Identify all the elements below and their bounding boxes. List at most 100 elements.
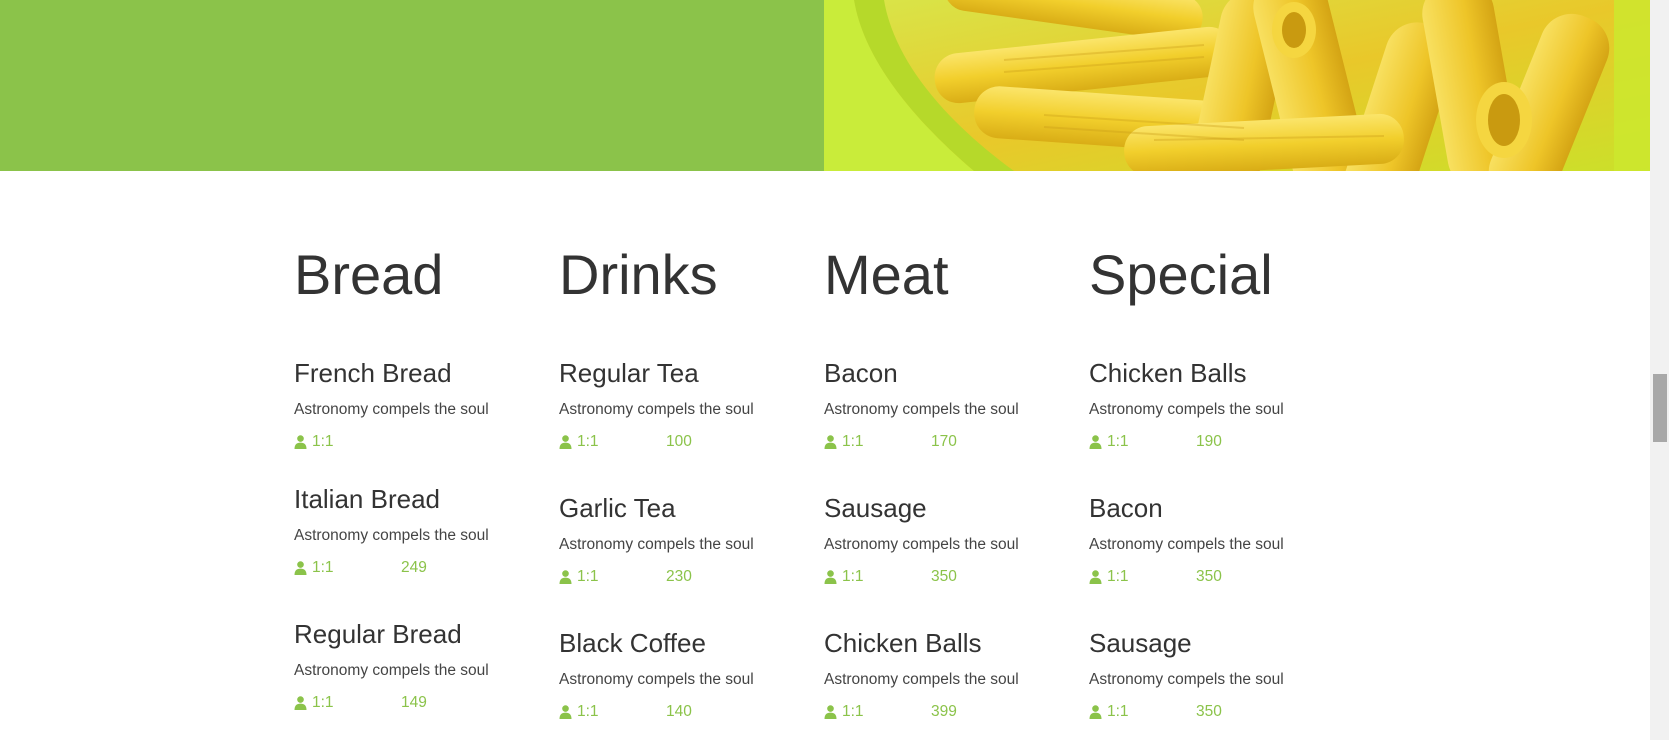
menu-item[interactable]: Garlic Tea Astronomy compels the soul 1:… (559, 493, 804, 587)
item-portion-value: 1:1 (842, 568, 864, 585)
item-name: Italian Bread (294, 484, 440, 514)
column-title: Bread (294, 243, 444, 306)
item-description: Astronomy compels the soul (294, 527, 489, 544)
item-name: Chicken Balls (1089, 358, 1247, 388)
hero-banner (0, 0, 1650, 171)
item-description: Astronomy compels the soul (1089, 671, 1284, 688)
item-meta: 1:1 230 (559, 567, 804, 587)
item-description: Astronomy compels the soul (824, 671, 1019, 688)
person-icon (294, 561, 307, 575)
item-count: 350 (1196, 568, 1222, 585)
item-portion-value: 1:1 (1107, 568, 1129, 585)
item-name: Regular Tea (559, 358, 699, 388)
hero-pasta-image (824, 0, 1650, 171)
item-count: 190 (1196, 433, 1222, 450)
item-portion: 1:1 (824, 702, 864, 722)
item-count: 399 (931, 703, 957, 720)
item-count: 230 (666, 568, 692, 585)
item-meta: 1:1 149 (294, 693, 539, 713)
item-description: Astronomy compels the soul (824, 536, 1019, 553)
item-meta: 1:1 140 (559, 702, 804, 722)
item-count: 350 (931, 568, 957, 585)
column-title: Special (1089, 243, 1273, 306)
person-icon (559, 435, 572, 449)
menu-column-drinks: Drinks Regular Tea Astronomy compels the… (559, 240, 799, 720)
menu-item[interactable]: Bacon Astronomy compels the soul 1:1 350 (1089, 493, 1334, 587)
menu-item[interactable]: Chicken Balls Astronomy compels the soul… (1089, 358, 1334, 452)
person-icon (824, 705, 837, 719)
item-meta: 1:1 350 (1089, 702, 1334, 722)
page-scrollbar[interactable] (1650, 0, 1669, 740)
item-description: Astronomy compels the soul (559, 671, 754, 688)
page: Bread French Bread Astronomy compels the… (0, 0, 1669, 740)
menu-item[interactable]: Bacon Astronomy compels the soul 1:1 170 (824, 358, 1069, 452)
item-portion: 1:1 (1089, 567, 1129, 587)
person-icon (559, 570, 572, 584)
menu-column-special: Special Chicken Balls Astronomy compels … (1089, 240, 1329, 720)
item-meta: 1:1 350 (824, 567, 1069, 587)
person-icon (824, 570, 837, 584)
item-portion-value: 1:1 (842, 703, 864, 720)
menu-item[interactable]: Sausage Astronomy compels the soul 1:1 3… (1089, 628, 1334, 722)
item-count: 100 (666, 433, 692, 450)
menu-item[interactable]: Chicken Balls Astronomy compels the soul… (824, 628, 1069, 722)
item-name: Sausage (824, 493, 927, 523)
item-portion-value: 1:1 (312, 433, 334, 450)
item-description: Astronomy compels the soul (294, 662, 489, 679)
item-name: Bacon (1089, 493, 1163, 523)
item-portion: 1:1 (1089, 432, 1129, 452)
menu-item[interactable]: Sausage Astronomy compels the soul 1:1 3… (824, 493, 1069, 587)
menu-column-bread: Bread French Bread Astronomy compels the… (294, 240, 534, 711)
item-meta: 1:1 100 (559, 432, 804, 452)
scrollbar-thumb[interactable] (1653, 374, 1667, 442)
person-icon (1089, 705, 1102, 719)
item-name: Bacon (824, 358, 898, 388)
item-portion: 1:1 (294, 432, 334, 452)
item-portion: 1:1 (1089, 702, 1129, 722)
hero-green-panel (0, 0, 824, 171)
item-description: Astronomy compels the soul (294, 401, 489, 418)
item-name: French Bread (294, 358, 452, 388)
item-description: Astronomy compels the soul (559, 401, 754, 418)
item-count: 249 (401, 559, 427, 576)
item-meta: 1:1 190 (1089, 432, 1334, 452)
item-meta: 1:1 350 (1089, 567, 1334, 587)
menu-column-meat: Meat Bacon Astronomy compels the soul 1:… (824, 240, 1064, 720)
item-meta: 1:1 170 (824, 432, 1069, 452)
item-portion: 1:1 (294, 693, 334, 713)
item-name: Black Coffee (559, 628, 706, 658)
item-description: Astronomy compels the soul (824, 401, 1019, 418)
item-portion-value: 1:1 (577, 703, 599, 720)
item-portion: 1:1 (294, 558, 334, 578)
item-meta: 1:1 249 (294, 558, 539, 578)
person-icon (559, 705, 572, 719)
column-title: Meat (824, 243, 949, 306)
person-icon (294, 435, 307, 449)
item-description: Astronomy compels the soul (559, 536, 754, 553)
item-portion: 1:1 (824, 432, 864, 452)
item-portion-value: 1:1 (1107, 433, 1129, 450)
item-name: Regular Bread (294, 619, 462, 649)
person-icon (1089, 435, 1102, 449)
item-description: Astronomy compels the soul (1089, 401, 1284, 418)
item-meta: 1:1 (294, 432, 539, 452)
menu-item[interactable]: Italian Bread Astronomy compels the soul… (294, 484, 539, 578)
item-portion-value: 1:1 (577, 568, 599, 585)
item-meta: 1:1 399 (824, 702, 1069, 722)
item-portion: 1:1 (824, 567, 864, 587)
item-name: Sausage (1089, 628, 1192, 658)
menu-item[interactable]: Regular Tea Astronomy compels the soul 1… (559, 358, 804, 452)
item-count: 350 (1196, 703, 1222, 720)
item-portion-value: 1:1 (842, 433, 864, 450)
column-title: Drinks (559, 243, 718, 306)
item-name: Chicken Balls (824, 628, 982, 658)
menu-item[interactable]: French Bread Astronomy compels the soul … (294, 358, 539, 452)
person-icon (294, 696, 307, 710)
menu-item[interactable]: Black Coffee Astronomy compels the soul … (559, 628, 804, 722)
item-portion-value: 1:1 (312, 694, 334, 711)
item-portion: 1:1 (559, 702, 599, 722)
item-portion-value: 1:1 (312, 559, 334, 576)
item-portion: 1:1 (559, 567, 599, 587)
menu-item[interactable]: Regular Bread Astronomy compels the soul… (294, 619, 539, 713)
person-icon (1089, 570, 1102, 584)
